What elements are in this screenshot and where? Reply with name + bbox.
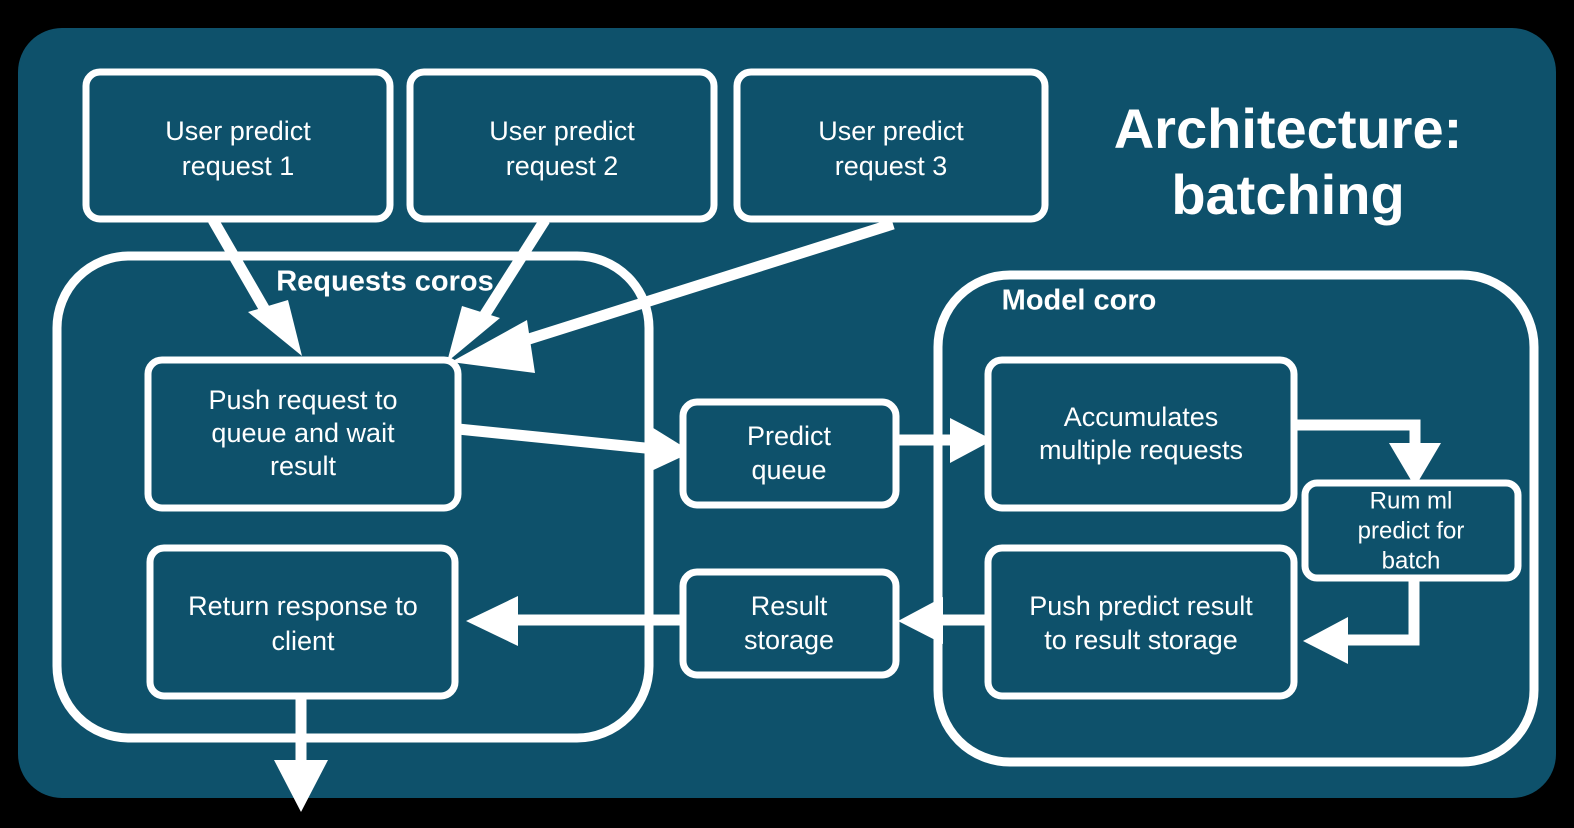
node-push-request[interactable]: Push request to queue and wait result — [144, 356, 462, 512]
node-predict-queue-line2: queue — [751, 455, 826, 485]
node-user-predict-request-1-line2: request 1 — [182, 151, 295, 181]
node-accumulates-line1: Accumulates — [1064, 402, 1219, 432]
node-result-storage[interactable]: Result storage — [679, 568, 900, 679]
node-user-predict-request-3-line1: User predict — [818, 116, 964, 146]
node-user-predict-request-2[interactable]: User predict request 2 — [406, 68, 718, 223]
node-accumulates-line2: multiple requests — [1039, 435, 1243, 465]
node-accumulates-box[interactable] — [984, 356, 1298, 512]
diagram-canvas: User predict request 1 User predict requ… — [0, 0, 1574, 828]
node-result-storage-box[interactable] — [679, 568, 900, 679]
node-push-predict-result-line1: Push predict result — [1029, 591, 1253, 621]
node-return-response-line1: Return response to — [188, 591, 418, 621]
node-user-predict-request-3[interactable]: User predict request 3 — [733, 68, 1049, 223]
node-return-response[interactable]: Return response to client — [146, 544, 459, 700]
node-user-predict-request-3-line2: request 3 — [835, 151, 948, 181]
diagram-title-line2: batching — [1171, 163, 1404, 226]
node-predict-queue[interactable]: Predict queue — [679, 398, 900, 509]
node-push-predict-result-box[interactable] — [984, 544, 1298, 700]
node-result-storage-line1: Result — [751, 591, 828, 621]
node-push-predict-result[interactable]: Push predict result to result storage — [984, 544, 1298, 700]
node-user-predict-request-2-line2: request 2 — [506, 151, 619, 181]
node-run-ml-predict[interactable]: Rum ml predict for batch — [1301, 479, 1522, 582]
architecture-batching-diagram: User predict request 1 User predict requ… — [18, 28, 1556, 812]
node-run-ml-predict-line2: predict for — [1358, 517, 1465, 544]
node-predict-queue-box[interactable] — [679, 398, 900, 509]
node-return-response-line2: client — [271, 626, 335, 656]
group-label-model-coro: Model coro — [1002, 285, 1157, 317]
node-result-storage-line2: storage — [744, 625, 834, 655]
node-user-predict-request-1[interactable]: User predict request 1 — [82, 68, 394, 223]
node-push-request-line3: result — [270, 451, 337, 481]
node-user-predict-request-1-line1: User predict — [165, 116, 311, 146]
node-accumulates[interactable]: Accumulates multiple requests — [984, 356, 1298, 512]
node-run-ml-predict-line1: Rum ml — [1370, 487, 1453, 514]
node-predict-queue-line1: Predict — [747, 421, 832, 451]
node-run-ml-predict-line3: batch — [1382, 547, 1441, 574]
node-user-predict-request-2-line1: User predict — [489, 116, 635, 146]
node-return-response-box[interactable] — [146, 544, 459, 700]
group-label-requests-coros: Requests coros — [276, 266, 494, 298]
diagram-title-line1: Architecture: — [1114, 97, 1463, 160]
node-push-request-line2: queue and wait — [211, 418, 395, 448]
node-push-predict-result-line2: to result storage — [1044, 625, 1238, 655]
node-push-request-line1: Push request to — [208, 385, 397, 415]
